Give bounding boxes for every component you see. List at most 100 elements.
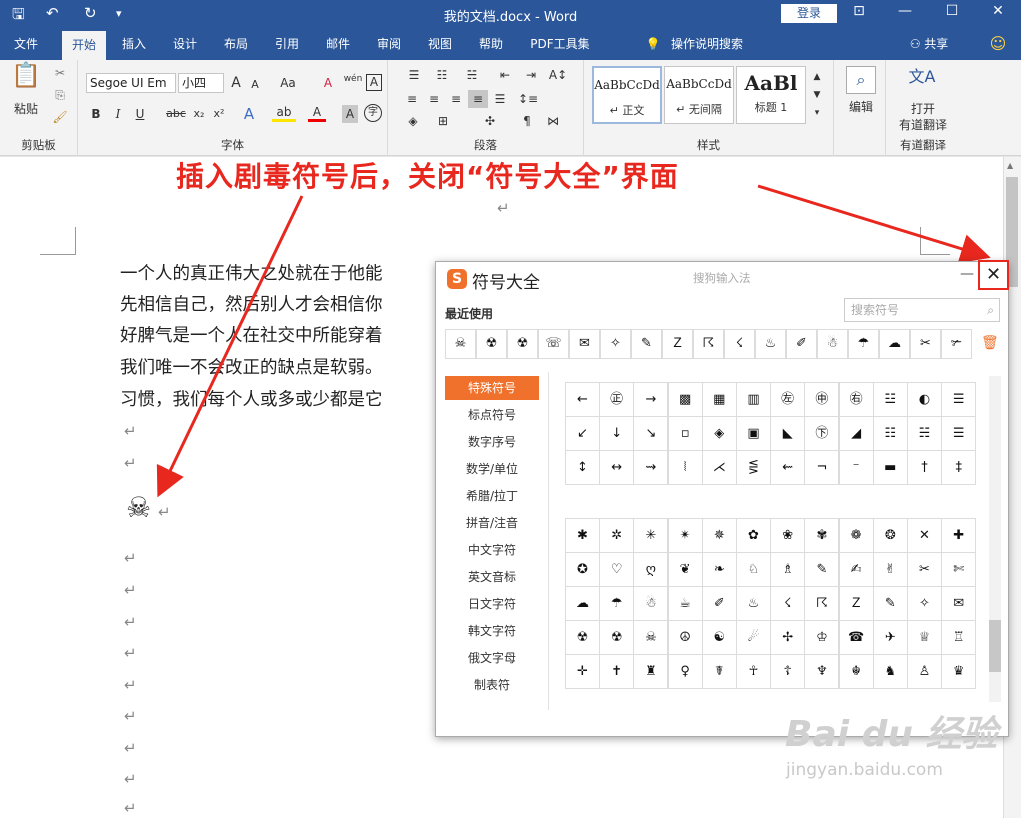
symbol-cell[interactable]: ❁: [838, 518, 874, 553]
symbol-cell[interactable]: ☰: [941, 382, 977, 417]
symbol-cell[interactable]: ▥: [736, 382, 771, 417]
symbol-cell[interactable]: ㊦: [804, 416, 840, 451]
symbol-cell[interactable]: ❂: [872, 518, 908, 553]
symbol-cell[interactable]: ☄: [736, 620, 771, 655]
symbol-cell[interactable]: ✎: [872, 586, 908, 621]
symbol-cell[interactable]: ♗: [770, 552, 806, 587]
symbol-cell[interactable]: ☮: [667, 620, 703, 655]
symbol-cell[interactable]: ✲: [599, 518, 635, 553]
symbol-cell[interactable]: ✵: [701, 518, 737, 553]
category-item[interactable]: 俄文字母: [445, 646, 539, 670]
symbol-cell[interactable]: ↕: [565, 450, 600, 485]
symbol-cell[interactable]: ⁻: [838, 450, 874, 485]
symbol-cell[interactable]: ☕: [667, 586, 703, 621]
symbol-cell[interactable]: ♡: [599, 552, 635, 587]
symbol-cell[interactable]: ✄: [941, 552, 977, 587]
symbol-cell[interactable]: ▦: [701, 382, 737, 417]
recent-symbol[interactable]: ✐: [786, 329, 817, 359]
symbol-cell[interactable]: ♙: [907, 654, 942, 689]
symbol-cell[interactable]: ㊥: [804, 382, 840, 417]
symbol-cell[interactable]: ☦: [770, 654, 806, 689]
dialog-scroll-thumb[interactable]: [989, 620, 1001, 672]
symbol-cell[interactable]: ⋚: [736, 450, 771, 485]
symbol-cell[interactable]: ☥: [736, 654, 771, 689]
symbol-cell[interactable]: ☠: [633, 620, 669, 655]
symbol-cell[interactable]: ㊧: [770, 382, 806, 417]
symbol-cell[interactable]: ㊨: [838, 382, 874, 417]
recent-symbol[interactable]: ☠: [445, 329, 476, 359]
symbol-cell[interactable]: ⦚: [667, 450, 703, 485]
symbol-cell[interactable]: ✪: [565, 552, 600, 587]
symbol-cell[interactable]: ⇝: [633, 450, 669, 485]
recent-symbol[interactable]: ✃: [941, 329, 972, 359]
symbol-cell[interactable]: ☷: [872, 416, 908, 451]
symbol-cell[interactable]: ㊣: [599, 382, 635, 417]
symbol-cell[interactable]: ✛: [565, 654, 600, 689]
symbol-cell[interactable]: ✎: [804, 552, 840, 587]
trash-icon[interactable]: 🗑: [981, 335, 999, 351]
symbol-cell[interactable]: ▣: [736, 416, 771, 451]
symbol-cell[interactable]: ♖: [941, 620, 977, 655]
symbol-cell[interactable]: ‡: [941, 450, 977, 485]
symbol-cell[interactable]: ↔: [599, 450, 635, 485]
symbol-cell[interactable]: ✾: [804, 518, 840, 553]
category-item[interactable]: 拼音/注音: [445, 511, 539, 535]
symbol-cell[interactable]: †: [907, 450, 942, 485]
symbol-cell[interactable]: ☳: [872, 382, 908, 417]
dialog-close-button[interactable]: ✕: [978, 260, 1009, 290]
symbol-cell[interactable]: ✧: [907, 586, 942, 621]
recent-symbol[interactable]: ☂: [848, 329, 879, 359]
symbol-search-input[interactable]: 搜索符号 ⌕: [844, 298, 1000, 322]
recent-symbol[interactable]: ✂: [910, 329, 941, 359]
symbol-cell[interactable]: ♛: [941, 654, 977, 689]
symbol-cell[interactable]: ☵: [907, 416, 942, 451]
symbol-cell[interactable]: ❧: [701, 552, 737, 587]
symbol-cell[interactable]: ☢: [565, 620, 600, 655]
symbol-cell[interactable]: ✚: [941, 518, 977, 553]
symbol-cell[interactable]: ✈: [872, 620, 908, 655]
symbol-cell[interactable]: ✕: [907, 518, 942, 553]
symbol-cell[interactable]: ♜: [633, 654, 669, 689]
symbol-cell[interactable]: ☂: [599, 586, 635, 621]
recent-symbol[interactable]: ☁: [879, 329, 910, 359]
symbol-cell[interactable]: ✱: [565, 518, 600, 553]
recent-symbol[interactable]: ☃: [817, 329, 848, 359]
symbol-cell[interactable]: ✍: [838, 552, 874, 587]
recent-symbol[interactable]: ☇: [724, 329, 755, 359]
symbol-cell[interactable]: ◣: [770, 416, 806, 451]
symbol-cell[interactable]: →: [633, 382, 669, 417]
symbol-cell[interactable]: ❦: [667, 552, 703, 587]
category-item[interactable]: 希腊/拉丁: [445, 484, 539, 508]
symbol-cell[interactable]: ⇜: [770, 450, 806, 485]
symbol-cell[interactable]: ↓: [599, 416, 635, 451]
recent-symbol[interactable]: ☈: [693, 329, 724, 359]
symbol-cell[interactable]: ◈: [701, 416, 737, 451]
symbol-cell[interactable]: ▫: [667, 416, 703, 451]
recent-symbol[interactable]: Ｚ: [662, 329, 693, 359]
symbol-cell[interactable]: ⋌: [701, 450, 737, 485]
symbol-cell[interactable]: ☢: [599, 620, 635, 655]
recent-symbol[interactable]: ✎: [631, 329, 662, 359]
symbol-cell[interactable]: ☤: [701, 654, 737, 689]
recent-symbol[interactable]: ☏: [538, 329, 569, 359]
recent-symbol[interactable]: ☢: [476, 329, 507, 359]
symbol-cell[interactable]: ♔: [804, 620, 840, 655]
dialog-minimize-icon[interactable]: —: [960, 266, 974, 282]
symbol-cell[interactable]: ✉: [941, 586, 977, 621]
symbol-cell[interactable]: ▬: [872, 450, 908, 485]
category-item[interactable]: 标点符号: [445, 403, 539, 427]
symbol-cell[interactable]: ♘: [736, 552, 771, 587]
symbol-cell[interactable]: ☇: [770, 586, 806, 621]
symbol-cell[interactable]: Ｚ: [838, 586, 874, 621]
symbol-cell[interactable]: ♨: [736, 586, 771, 621]
category-item[interactable]: 数字序号: [445, 430, 539, 454]
symbol-cell[interactable]: ☰: [941, 416, 977, 451]
symbol-cell[interactable]: ◐: [907, 382, 942, 417]
category-item[interactable]: 中文字符: [445, 538, 539, 562]
symbol-cell[interactable]: ☎: [838, 620, 874, 655]
category-item[interactable]: 英文音标: [445, 565, 539, 589]
symbol-cell[interactable]: ღ: [633, 552, 669, 587]
symbol-cell[interactable]: ↘: [633, 416, 669, 451]
symbol-cell[interactable]: ←: [565, 382, 600, 417]
category-item[interactable]: 制表符: [445, 673, 539, 697]
